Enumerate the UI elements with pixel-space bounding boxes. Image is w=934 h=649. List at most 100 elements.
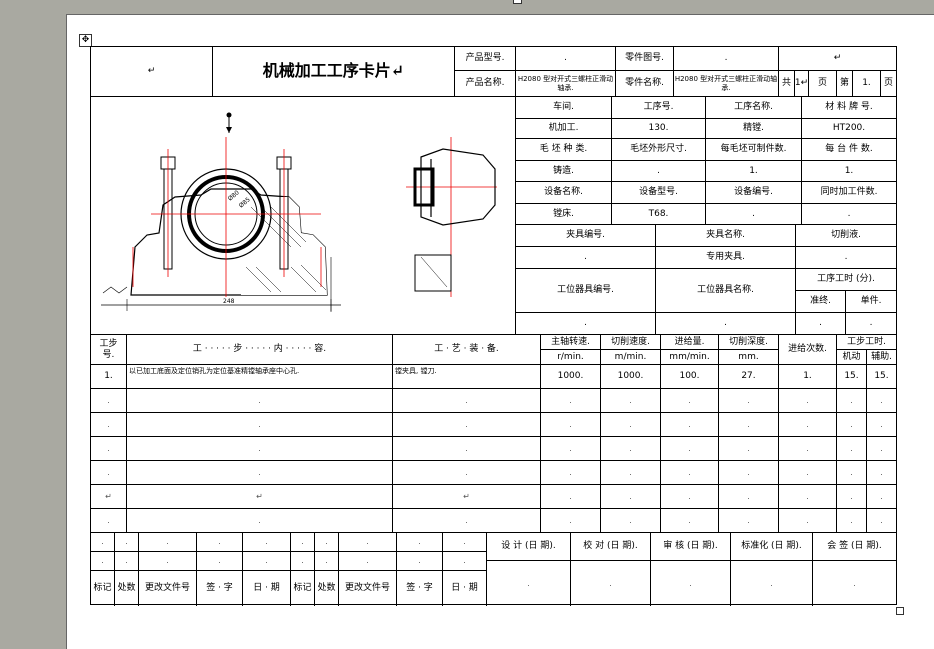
fixture-no-value: . — [516, 247, 656, 269]
step-cell: 1000. — [541, 365, 601, 389]
step-cell: 27. — [719, 365, 779, 389]
approval-label: 审 核 (日 期). — [651, 533, 731, 561]
revision-cell: . — [443, 533, 487, 552]
ruler-handle[interactable] — [513, 0, 522, 4]
revision-cell: . — [315, 533, 339, 552]
col-feed-unit: mm/min. — [661, 350, 719, 365]
table-resize-handle[interactable] — [896, 607, 904, 615]
info-r1-c4: 材 料 牌 号. — [802, 97, 896, 119]
product-name-value: H2080 型对开式三螺柱正滑动轴承. — [516, 71, 616, 97]
step-cell: . — [779, 413, 837, 437]
revision-cell: . — [397, 552, 443, 571]
revision-label: 更改文件号 — [139, 571, 197, 606]
col-depth-unit: mm. — [719, 350, 779, 365]
step-cell: . — [719, 461, 779, 485]
revision-label: 签 · 字 — [197, 571, 243, 606]
header-blank: ↵ — [91, 47, 213, 97]
station-tool-no-label: 工位器具编号. — [516, 269, 656, 313]
revision-cell: . — [197, 533, 243, 552]
info-r6-c3: . — [706, 204, 802, 225]
step-cell: . — [837, 509, 867, 533]
step-cell: . — [719, 509, 779, 533]
step-cell: . — [541, 509, 601, 533]
info-r3-c4: 每 台 件 数. — [802, 139, 896, 161]
info-r3-c3: 每毛坯可制件数. — [706, 139, 802, 161]
revision-label: 处数 — [115, 571, 139, 606]
step-cell: . — [661, 509, 719, 533]
total-value: 1↵ — [795, 71, 809, 97]
step-cell: . — [661, 437, 719, 461]
prep-time-label: 准终. — [796, 291, 846, 313]
step-cell: . — [601, 413, 661, 437]
info-r6-c1: 镗床. — [516, 204, 612, 225]
process-time-label: 工序工时 (分). — [796, 269, 896, 291]
step-cell: . — [393, 461, 541, 485]
drawing-area: Ø80 Ø85 248 — [91, 97, 516, 335]
step-cell: 1000. — [601, 365, 661, 389]
header-top-right: ↵ — [779, 47, 896, 71]
step-cell: . — [837, 389, 867, 413]
step-cell: . — [127, 509, 393, 533]
col-aux-time: 辅助. — [867, 350, 896, 365]
revision-label: 标记 — [91, 571, 115, 606]
fixture-name-label: 夹具名称. — [656, 225, 796, 247]
step-cell: . — [779, 389, 837, 413]
step-cell: . — [393, 413, 541, 437]
step-cell: . — [601, 509, 661, 533]
page-unit: 页 — [809, 71, 837, 97]
col-spindle-speed-unit: r/min. — [541, 350, 601, 365]
revision-cell: . — [397, 533, 443, 552]
product-name-label: 产品名称. — [455, 71, 516, 97]
fixture-no-label: 夹具编号. — [516, 225, 656, 247]
col-depth: 切削深度. — [719, 335, 779, 350]
card-title: 机械加工工序卡片↵ — [213, 47, 455, 97]
step-cell: 以已加工底面及定位销孔为定位基准精镗轴承座中心孔. — [127, 365, 393, 389]
revision-label: 更改文件号 — [339, 571, 397, 606]
step-cell: . — [837, 485, 867, 509]
step-cell: . — [393, 437, 541, 461]
revision-label: 标记 — [291, 571, 315, 606]
info-r2-c3: 精镗. — [706, 119, 802, 139]
info-r5-c2: 设备型号. — [612, 182, 706, 204]
info-r6-c4: . — [802, 204, 896, 225]
coolant-value: . — [796, 247, 896, 269]
step-cell: . — [393, 509, 541, 533]
part-name-label: 零件名称. — [616, 71, 674, 97]
revision-cell: . — [139, 552, 197, 571]
step-cell: . — [719, 389, 779, 413]
col-step-content: 工 · · · · · 步 · · · · · 内 · · · · · 容. — [127, 335, 393, 365]
col-cutting-speed: 切削速度. — [601, 335, 661, 350]
info-r2-c4: HT200. — [802, 119, 896, 139]
step-cell: . — [601, 389, 661, 413]
approval-label: 校 对 (日 期). — [571, 533, 651, 561]
revision-cell: . — [243, 552, 291, 571]
bore-dimension-1: Ø80 — [227, 189, 241, 202]
revision-cell: . — [315, 552, 339, 571]
info-r2-c1: 机加工. — [516, 119, 612, 139]
col-step-time: 工步工时. — [837, 335, 896, 350]
revision-cell: . — [91, 552, 115, 571]
col-step-no: 工步 号. — [91, 335, 127, 365]
step-cell: . — [541, 389, 601, 413]
step-cell: ↵ — [127, 485, 393, 509]
step-cell: ↵ — [393, 485, 541, 509]
info-r1-c2: 工序号. — [612, 97, 706, 119]
revision-label: 日 · 期 — [443, 571, 487, 606]
step-cell: . — [127, 389, 393, 413]
step-cell: . — [661, 389, 719, 413]
step-cell: . — [837, 461, 867, 485]
part-drawing-label: 零件图号. — [616, 47, 674, 71]
info-r1-c1: 车间. — [516, 97, 612, 119]
step-cell: . — [661, 461, 719, 485]
step-cell: . — [867, 413, 896, 437]
step-cell: . — [601, 485, 661, 509]
approval-label: 设 计 (日 期). — [487, 533, 571, 561]
approval-label: 会 签 (日 期). — [813, 533, 896, 561]
time-value-4: . — [846, 313, 896, 335]
step-cell: . — [867, 437, 896, 461]
step-cell: . — [867, 509, 896, 533]
bearing-housing-drawing: Ø80 Ø85 248 — [101, 112, 497, 312]
step-cell: 15. — [867, 365, 896, 389]
step-cell: . — [91, 461, 127, 485]
revision-label: 处数 — [315, 571, 339, 606]
